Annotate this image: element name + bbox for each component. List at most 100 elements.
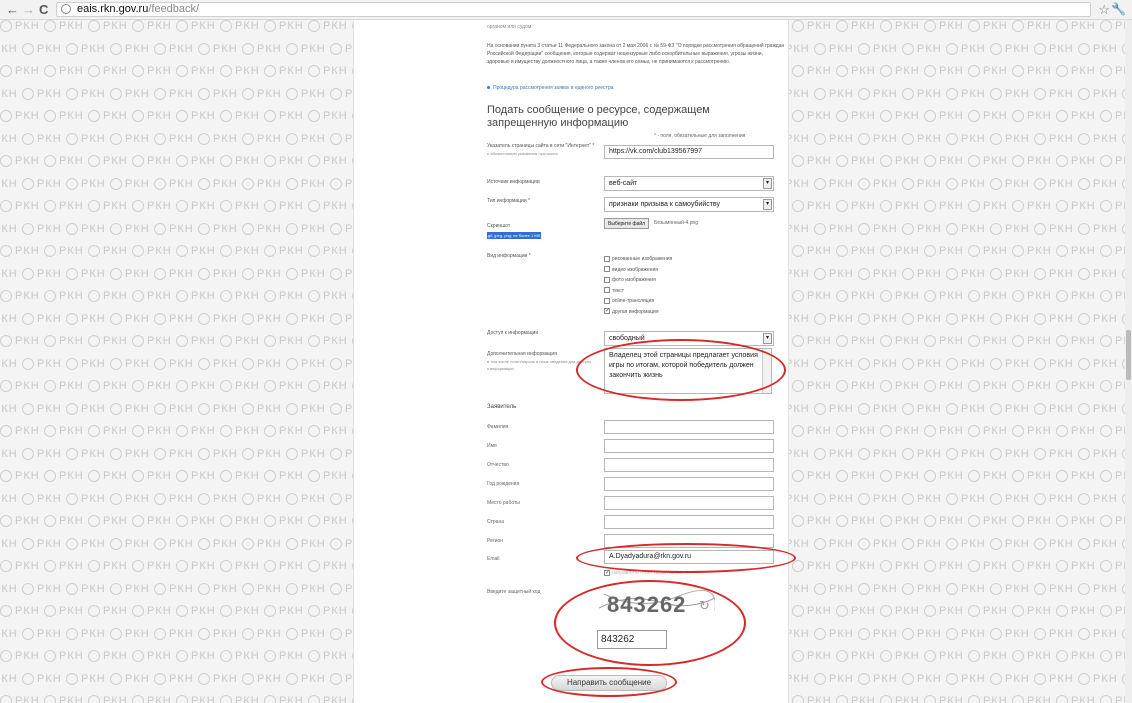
email-reply-row[interactable]: ✓ направлять ответ по эл. почте	[604, 569, 682, 577]
watermark-text: РКН	[169, 447, 194, 460]
watermark-logo: РКН	[286, 358, 330, 370]
watermark-logo: РКН	[308, 515, 352, 528]
kind-checkbox[interactable]	[604, 297, 610, 304]
scrollbar[interactable]	[1125, 20, 1132, 703]
chevron-down-icon[interactable]: ▾	[763, 333, 772, 344]
submit-button[interactable]: Направить сообщение	[551, 675, 667, 691]
watermark-logo: РКН	[1012, 380, 1056, 393]
textarea-scrollbar[interactable]	[762, 349, 771, 393]
kind-option[interactable]: online-трансляция	[604, 297, 654, 305]
extra-textarea[interactable]: Владелец этой страницы предлагает услови…	[604, 348, 772, 394]
watermark-text: РКН	[1093, 582, 1118, 595]
address-bar[interactable]: eais.rkn.gov.ru/feedback/	[56, 2, 1091, 17]
watermark-text: РКН	[895, 200, 920, 212]
watermark-logo: РКН	[220, 650, 264, 663]
emblem-icon	[198, 672, 210, 685]
watermark-text: РКН	[301, 582, 326, 595]
applicant-field-input[interactable]	[604, 534, 774, 548]
watermark-logo: РКН	[1056, 335, 1100, 348]
kind-checkbox[interactable]	[604, 287, 610, 294]
email-reply-checkbox[interactable]: ✓	[604, 569, 610, 576]
access-select[interactable]: свободный ▾	[604, 331, 774, 346]
refresh-icon[interactable]: ↻	[699, 599, 710, 614]
watermark-text: РКН	[1071, 515, 1096, 527]
watermark-logo: РКН	[968, 110, 1012, 123]
watermark-text: РКН	[37, 267, 62, 280]
email-input[interactable]: A.Dyadyadura@rkn.gov.ru	[604, 550, 774, 564]
kind-option[interactable]: ✓ другая информация	[604, 308, 659, 316]
watermark-logo: РКН	[946, 88, 990, 100]
watermark-logo: РКН	[242, 403, 286, 415]
kind-option[interactable]: текст	[604, 287, 624, 295]
kind-checkbox[interactable]	[604, 266, 610, 273]
applicant-field-input[interactable]	[604, 420, 774, 434]
forward-button[interactable]: →	[22, 2, 35, 18]
emblem-icon	[44, 200, 56, 213]
watermark-logo: РКН	[924, 200, 968, 213]
watermark-text: РКН	[873, 402, 898, 415]
chevron-down-icon[interactable]: ▾	[763, 199, 772, 210]
back-button[interactable]: ←	[6, 2, 19, 18]
emblem-icon	[198, 42, 210, 55]
emblem-icon	[946, 132, 958, 145]
watermark-logo: РКН	[1056, 290, 1100, 303]
watermark-text: РКН	[873, 582, 898, 595]
watermark-logo: РКН	[1056, 20, 1100, 33]
watermark-text: РКН	[257, 42, 282, 55]
reload-button[interactable]: C	[39, 2, 48, 18]
watermark-text: РКН	[0, 537, 18, 550]
kind-checkbox[interactable]: ✓	[604, 308, 610, 315]
source-select[interactable]: веб-сайт ▾	[604, 176, 774, 191]
url-input[interactable]: https://vk.com/club139567997	[604, 145, 774, 159]
watermark-text: РКН	[1071, 605, 1096, 617]
watermark-text: РКН	[807, 515, 832, 527]
watermark-logo: РКН	[44, 290, 88, 303]
kind-checkbox[interactable]	[604, 276, 610, 283]
watermark-text: РКН	[1049, 222, 1074, 235]
choose-file-button[interactable]: Выберите файл	[604, 218, 650, 229]
applicant-field-input[interactable]	[604, 439, 774, 453]
emblem-icon	[88, 20, 100, 33]
watermark-text: РКН	[191, 470, 216, 482]
emblem-icon	[946, 177, 958, 190]
wrench-icon[interactable]: 🔧	[1111, 2, 1126, 16]
url-domain: eais.rkn.gov.ru	[77, 3, 149, 15]
emblem-icon	[1056, 695, 1068, 703]
watermark-text: РКН	[147, 200, 172, 212]
kind-checkbox[interactable]	[604, 255, 610, 262]
type-select[interactable]: признаки призыва к самоубийству ▾	[604, 197, 774, 212]
bookmark-star-icon[interactable]: ☆	[1098, 2, 1110, 18]
procedure-link-text[interactable]: Процедура рассмотрения заявок в единого …	[493, 85, 613, 91]
watermark-logo: РКН	[44, 110, 88, 123]
emblem-icon	[858, 402, 870, 415]
emblem-icon	[220, 335, 232, 348]
watermark-text: РКН	[961, 42, 986, 55]
applicant-field-input[interactable]	[604, 458, 774, 472]
watermark-logo: РКН	[968, 155, 1012, 168]
watermark-text: РКН	[1093, 627, 1118, 640]
watermark-logo: РКН	[242, 223, 286, 235]
emblem-icon	[1034, 87, 1046, 100]
kind-option[interactable]: видео изображения	[604, 266, 658, 274]
applicant-field-input[interactable]	[604, 515, 774, 529]
watermark-text: РКН	[939, 155, 964, 167]
watermark-logo: РКН	[66, 133, 110, 145]
emblem-icon	[792, 155, 804, 168]
watermark-text: РКН	[807, 560, 832, 572]
chevron-down-icon[interactable]: ▾	[763, 178, 772, 189]
captcha-input[interactable]: 843262	[597, 630, 667, 649]
watermark-logo: РКН	[1012, 650, 1056, 663]
applicant-field-input[interactable]	[604, 496, 774, 510]
emblem-icon	[990, 492, 1002, 505]
procedure-link[interactable]: Процедура рассмотрения заявок в единого …	[487, 85, 613, 91]
kind-option[interactable]: рисованные изображения	[604, 255, 672, 263]
emblem-icon	[22, 177, 34, 190]
watermark-text: РКН	[301, 447, 326, 460]
emblem-icon	[286, 537, 298, 550]
watermark-logo: РКН	[286, 628, 330, 640]
scrollbar-thumb[interactable]	[1126, 330, 1131, 380]
watermark-logo: РКН	[66, 358, 110, 370]
applicant-field-input[interactable]	[604, 477, 774, 491]
watermark-text: РКН	[1071, 470, 1096, 482]
kind-option[interactable]: фото изображения	[604, 276, 656, 284]
